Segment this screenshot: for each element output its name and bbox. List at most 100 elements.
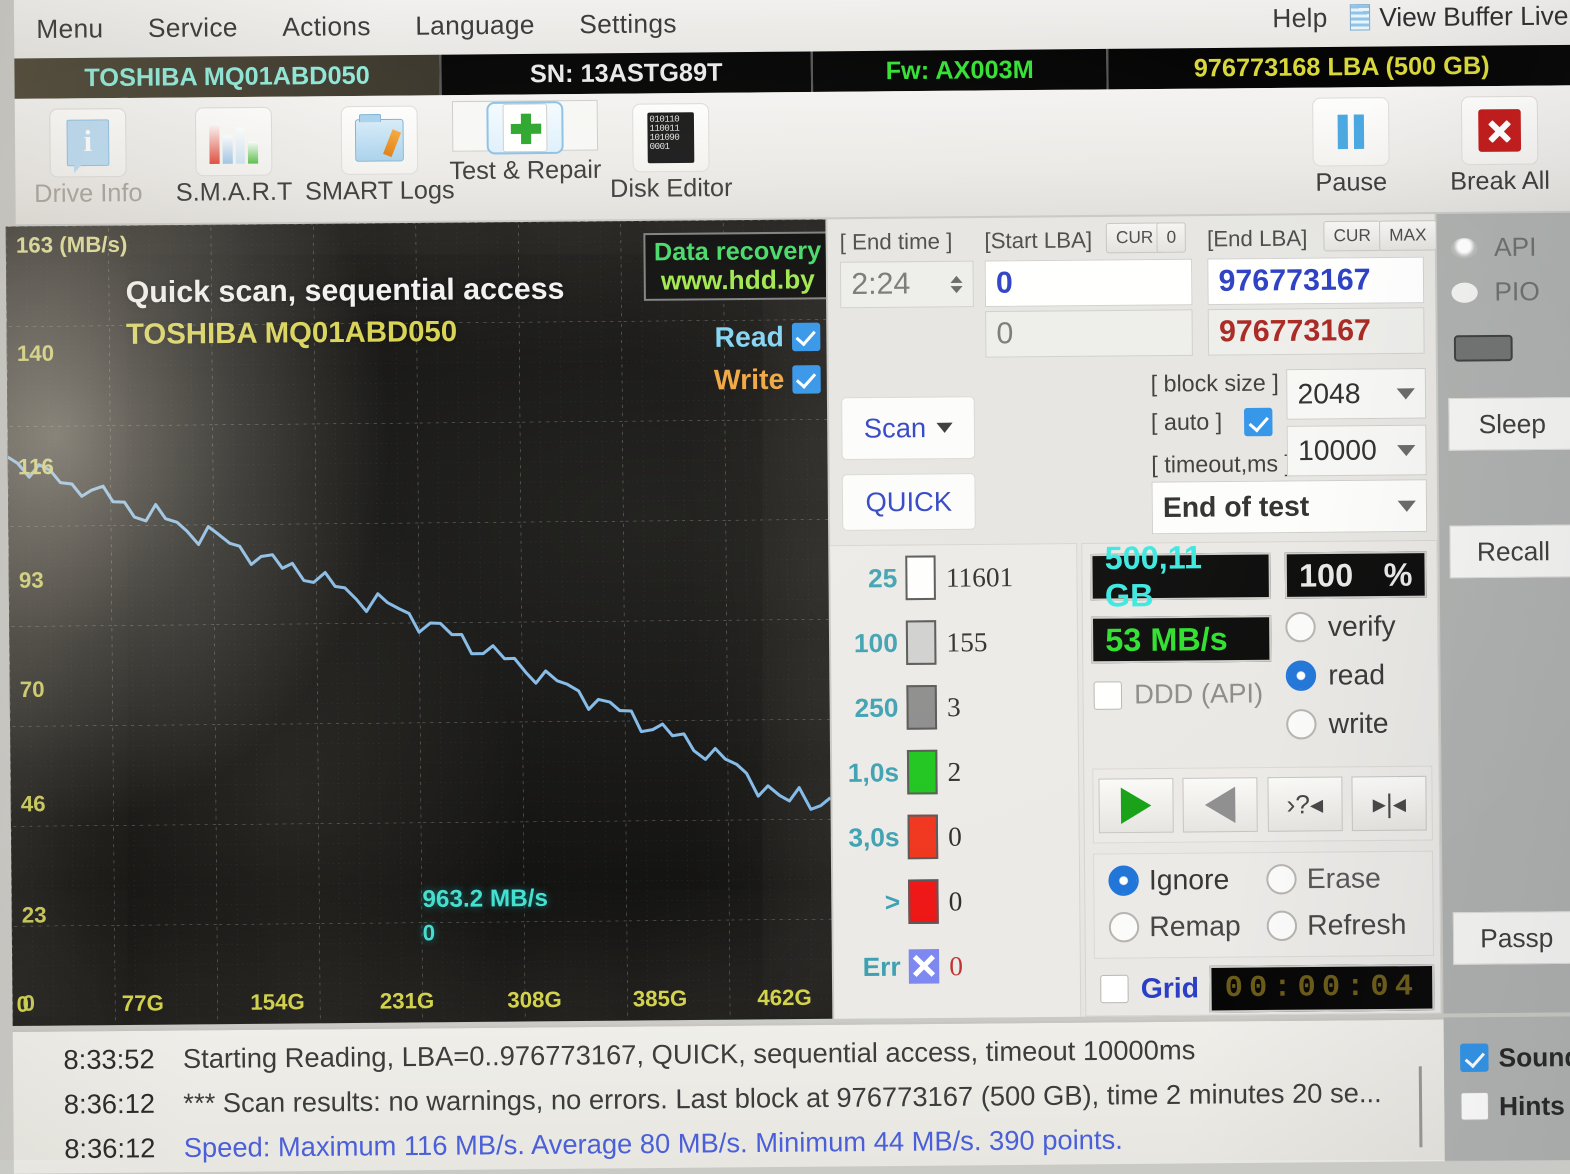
scan-label: Scan [863,412,927,444]
reverse-icon[interactable] [1182,777,1259,833]
grid-checkbox[interactable] [1100,974,1129,1004]
view-buffer-live-button[interactable]: View Buffer Live [1349,0,1570,33]
error-radio-erase[interactable]: Erase [1266,862,1381,895]
x-tick-385G: 385G [632,985,688,1012]
hints-checkbox-row[interactable]: Hints [1444,1081,1570,1131]
end-time-spinner[interactable] [950,275,963,293]
scan-dropdown-button[interactable]: Scan [841,396,976,461]
auto-checkbox[interactable] [1243,407,1273,437]
block-size-select[interactable]: 2048 [1286,367,1427,420]
stat-row-100: 100 155 [831,609,1077,676]
menu-item-service[interactable]: Service [126,11,261,44]
legend-read-checkbox[interactable] [791,322,821,352]
toolbar-label-test-repair: Test & Repair [449,155,602,186]
quick-button[interactable]: QUICK [841,473,976,531]
recall-button[interactable]: Recall [1449,524,1570,579]
end-lba-max-button[interactable]: MAX [1378,220,1437,251]
y-tick-93: 93 [18,567,44,593]
drive-model: TOSHIBA MQ01ABD050 [14,54,440,99]
legend-write[interactable]: Write [714,363,821,396]
radio-remap[interactable] [1108,911,1140,943]
api-label: API [1493,231,1537,263]
end-lba-label: [End LBA] [1206,225,1308,252]
toolbar-button-disk-editor[interactable]: 010110 110011 101090 0001 Disk Editor [598,99,745,205]
timeout-label: [ timeout,ms ] [1151,450,1292,478]
y-tick-116: 116 [17,453,54,480]
drive-info-icon-frame [49,108,127,178]
toolbar-button-drive-info[interactable]: Drive Info [15,104,162,210]
stat-row-1s: 1,0s 2 [832,738,1078,805]
error-x-icon [908,949,940,984]
menubar-spacer [699,18,1250,23]
ddd-api-checkbox[interactable] [1093,680,1123,710]
menu-item-menu[interactable]: Menu [14,12,126,44]
stat-key: 100 [853,627,899,658]
sound-checkbox[interactable] [1460,1043,1489,1073]
error-radio-remap[interactable]: Remap [1108,910,1241,944]
radio-ignore[interactable] [1108,865,1139,896]
skip-end-icon[interactable]: ▸|◂ [1351,775,1428,832]
sleep-button[interactable]: Sleep [1448,397,1570,451]
radio-write[interactable] [1286,708,1317,740]
hints-checkbox[interactable] [1460,1092,1490,1121]
pio-indicator-row[interactable]: PIO [1451,276,1540,308]
stat-count: 155 [946,626,988,658]
play-icon[interactable] [1098,778,1174,834]
x-tick-0: 0 [16,991,30,1017]
log-text: *** Scan results: no warnings, no errors… [183,1077,1382,1119]
toolbar-button-smart[interactable]: S.M.A.R.T [160,102,307,208]
toolbar-button-smart-logs[interactable]: SMART Logs [305,101,455,207]
mode-radio-read[interactable]: read [1285,659,1386,692]
smart-logs-folder-icon [354,118,404,162]
error-radio-refresh[interactable]: Refresh [1266,909,1407,943]
toolbar-button-test-repair[interactable]: Test & Repair [449,99,601,185]
menu-item-actions[interactable]: Actions [260,10,393,43]
toolbar-button-pause[interactable]: Pause [1278,93,1425,199]
menu-item-help[interactable]: Help [1250,2,1350,34]
legend-write-checkbox[interactable] [792,365,821,394]
start-lba-input[interactable]: 0 [984,258,1193,308]
grid-checkbox-row[interactable]: Grid [1100,972,1199,1005]
start-lba-zero-button[interactable]: 0 [1156,222,1187,253]
end-time-field[interactable]: 2:24 [839,260,974,309]
toolbar-label-disk-editor: Disk Editor [609,173,733,204]
footer-options: Sound Hints [1443,1016,1570,1162]
mode-radio-verify[interactable]: verify [1285,610,1396,643]
watermark-line1: Data recovery [653,236,822,267]
radio-erase[interactable] [1266,863,1297,895]
radio-verify[interactable] [1285,611,1316,643]
end-lba-input[interactable]: 976773167 [1207,256,1425,306]
api-indicator-row[interactable]: API [1450,231,1537,263]
start-lba-secondary[interactable]: 0 [985,309,1193,358]
menu-item-settings[interactable]: Settings [557,7,699,40]
ddd-api-checkbox-row[interactable]: DDD (API) [1093,678,1264,711]
smart-chart-icon [209,119,259,165]
legend-read[interactable]: Read [714,321,821,354]
disk-editor-binary-icon-frame: 010110 110011 101090 0001 [632,102,710,173]
chart-subtitle: TOSHIBA MQ01ABD050 [125,315,458,351]
legend-write-label: Write [713,363,785,396]
passport-button[interactable]: Passp [1452,911,1570,965]
end-lba-cur-button[interactable]: CUR [1323,220,1382,252]
toolbar-button-break-all[interactable]: Break All [1423,91,1570,197]
mode-radio-write[interactable]: write [1286,707,1389,740]
log-text: Speed: Maximum 116 MB/s. Average 80 MB/s… [183,1124,1123,1163]
log-panel[interactable]: 8:33:52 Starting Reading, LBA=0..9767731… [12,1017,1445,1174]
end-of-test-select[interactable]: End of test [1151,479,1428,535]
radio-read[interactable] [1285,660,1317,692]
stat-count: 2 [947,756,962,787]
menu-item-language[interactable]: Language [393,9,557,42]
skip-query-icon[interactable]: ›?◂ [1267,776,1343,832]
chevron-down-icon [936,422,953,433]
scan-chart[interactable]: Quick scan, sequential access TOSHIBA MQ… [5,219,833,1026]
end-lba-secondary[interactable]: 976773167 [1207,307,1425,356]
sound-checkbox-row[interactable]: Sound [1444,1032,1570,1082]
toolbar-label-break-all: Break All [1450,166,1551,196]
close-x-icon [1478,109,1522,152]
error-radio-ignore[interactable]: Ignore [1108,864,1229,897]
timeout-select[interactable]: 10000 [1286,424,1427,477]
start-lba-cur-button[interactable]: CUR [1105,222,1164,254]
x-tick-308G: 308G [507,986,562,1013]
toolbar-label-pause: Pause [1315,167,1388,197]
radio-refresh[interactable] [1266,910,1298,942]
